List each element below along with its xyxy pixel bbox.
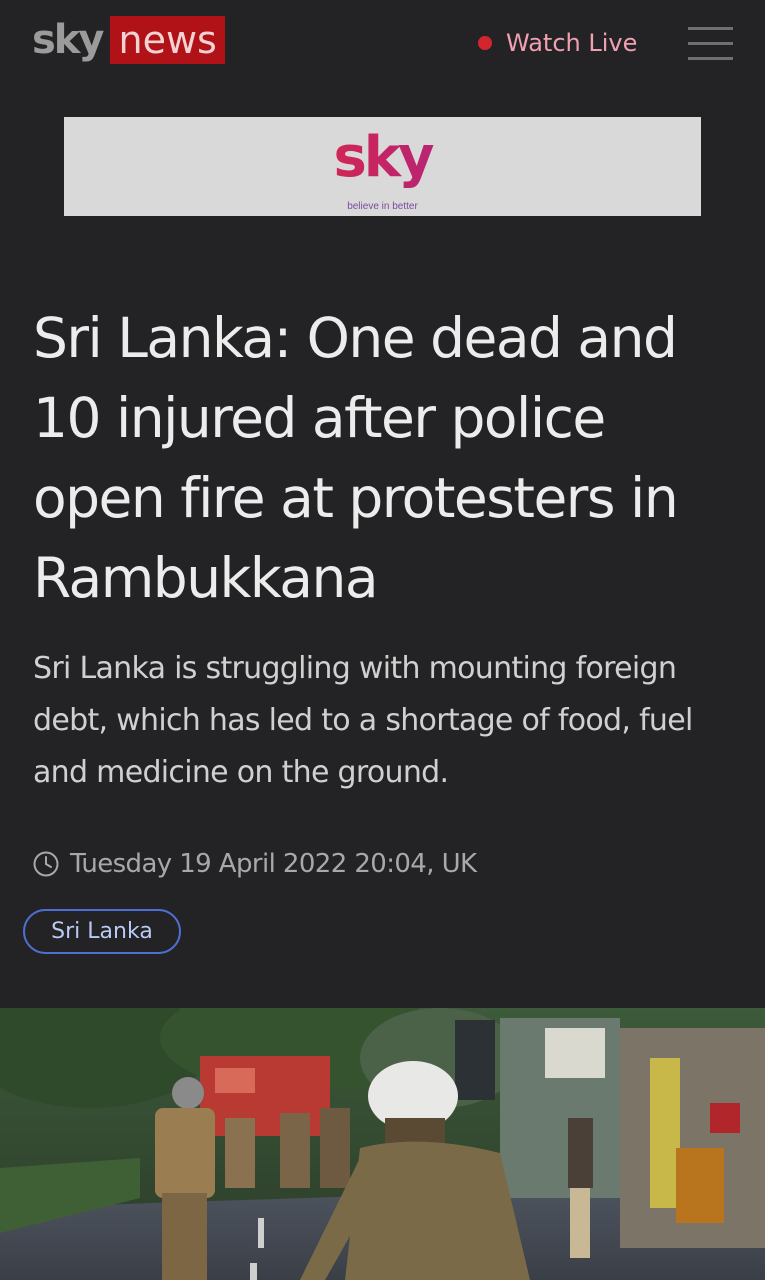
logo-sky-text: sky [32, 17, 104, 63]
article-timestamp: Tuesday 19 April 2022 20:04, UK [70, 849, 477, 879]
watch-live-link[interactable]: Watch Live [478, 26, 637, 60]
live-dot-icon [478, 36, 492, 50]
article-headline: Sri Lanka: One dead and 10 injured after… [33, 306, 679, 610]
photo-police-street-image [0, 1008, 765, 1280]
topic-tag-sri-lanka[interactable]: Sri Lanka [23, 909, 181, 954]
site-header: sky news Watch Live [0, 0, 765, 88]
article-standfirst: Sri Lanka is struggling with mounting fo… [33, 651, 693, 790]
advert-banner[interactable]: sky believe in better [64, 117, 701, 216]
article-meta: Tuesday 19 April 2022 20:04, UK [33, 846, 477, 882]
watch-live-label: Watch Live [506, 29, 638, 57]
ad-sky-logo: sky [64, 125, 701, 191]
topic-tag-label: Sri Lanka [51, 919, 153, 944]
ad-tagline: believe in better [347, 201, 418, 212]
sky-news-logo[interactable]: sky news [32, 16, 225, 64]
hamburger-menu-icon[interactable] [688, 26, 733, 60]
clock-icon [33, 851, 59, 877]
logo-news-text: news [110, 16, 225, 64]
hero-image [0, 1008, 765, 1280]
